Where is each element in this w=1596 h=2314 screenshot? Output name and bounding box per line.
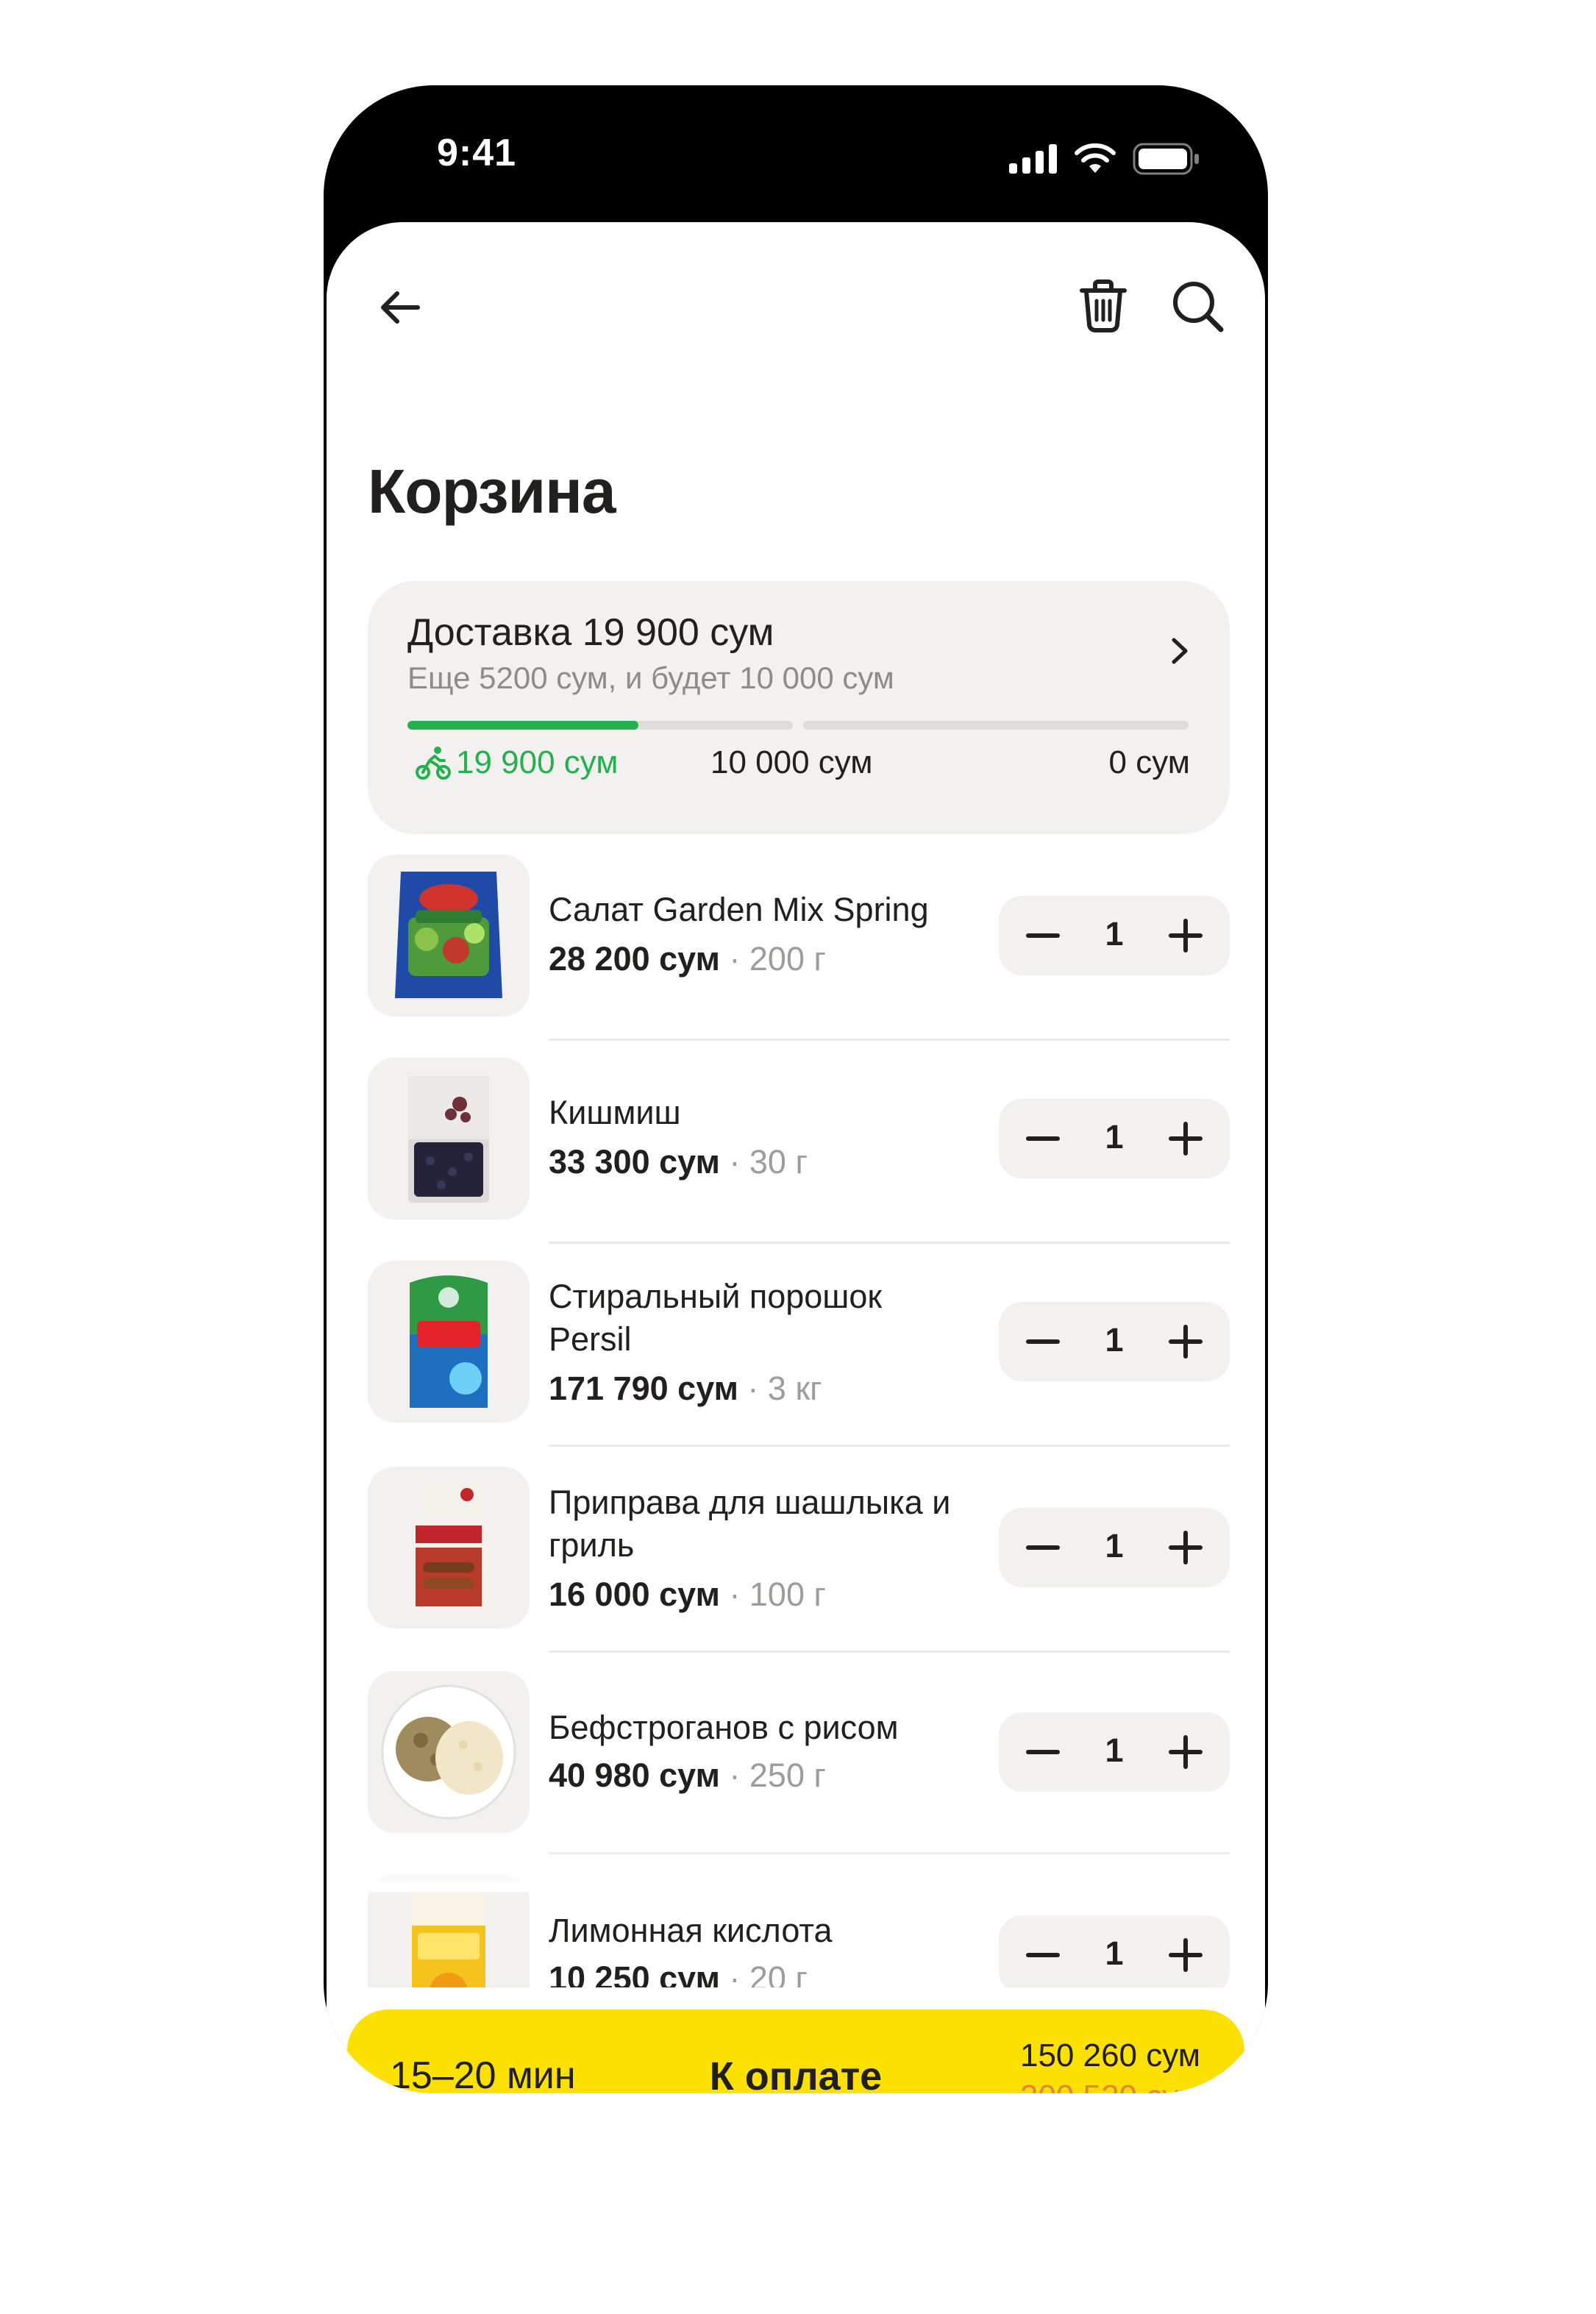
item-price: 16 000 сум · 100 г <box>549 1576 826 1613</box>
item-price: 171 790 сум · 3 кг <box>549 1370 822 1407</box>
status-time: 9:41 <box>437 132 517 174</box>
item-weight: 3 кг <box>767 1370 822 1407</box>
item-price: 28 200 сум · 200 г <box>549 940 826 978</box>
cart-item[interactable]: Салат Garden Mix Spring 28 200 сум · 200… <box>368 855 1230 1058</box>
spice-pack-image <box>368 1467 530 1628</box>
battery-icon <box>1133 143 1199 175</box>
item-divider <box>549 1039 1230 1041</box>
quantity-stepper[interactable]: 1 <box>999 1508 1230 1587</box>
progress-segment-1 <box>407 721 793 730</box>
phone-frame: 9:41 Корзина Доставка 19 900 сум Еще 520… <box>324 85 1268 2093</box>
item-weight: 30 г <box>749 1143 808 1181</box>
plus-icon[interactable] <box>1168 1324 1203 1359</box>
progress-fill <box>407 721 639 730</box>
salad-pack-image <box>368 855 530 1017</box>
item-price-value: 40 980 сум <box>549 1756 720 1794</box>
checkout-button[interactable]: 15–20 мин К оплате 150 260 сум 300 520 с… <box>347 2009 1244 2093</box>
item-price-value: 28 200 сум <box>549 940 720 978</box>
plus-icon[interactable] <box>1168 1734 1203 1770</box>
quantity-stepper[interactable]: 1 <box>999 896 1230 975</box>
item-weight: 100 г <box>749 1576 826 1613</box>
quantity-stepper[interactable]: 1 <box>999 1099 1230 1178</box>
status-bar: 9:41 <box>324 85 1268 225</box>
checkout-price: 150 260 сум <box>1019 2037 1200 2073</box>
item-name: Стиральный порошок Persil <box>549 1278 883 1358</box>
trash-icon <box>1080 280 1127 332</box>
arrow-left-icon <box>381 291 420 324</box>
status-icons <box>1009 143 1200 175</box>
cellular-signal-icon <box>1009 144 1057 174</box>
item-name: Бефстроганов с рисом <box>549 1709 899 1746</box>
courier-bike-icon <box>416 747 451 780</box>
raisins-pack-image <box>368 1058 530 1220</box>
delivery-level-mid: 10 000 сум <box>710 744 873 780</box>
item-price-value: 16 000 сум <box>549 1576 720 1613</box>
quantity-stepper[interactable]: 1 <box>999 1712 1230 1792</box>
plus-icon[interactable] <box>1168 918 1203 953</box>
item-divider <box>549 1242 1230 1244</box>
item-weight: 200 г <box>749 940 826 978</box>
search-button[interactable] <box>1166 275 1228 337</box>
cart-item[interactable]: Бефстроганов с рисом 40 980 сум · 250 г … <box>368 1671 1230 1876</box>
progress-segment-2 <box>803 721 1189 730</box>
checkout-old-price: 300 520 сум <box>1020 2079 1200 2093</box>
checkout-bar: 15–20 мин К оплате 150 260 сум 300 520 с… <box>327 1987 1265 2093</box>
item-weight: 250 г <box>749 1756 826 1794</box>
delivery-progress-card[interactable]: Доставка 19 900 сум Еще 5200 сум, и буде… <box>368 581 1230 834</box>
item-name: Лимонная кислота <box>549 1912 833 1949</box>
quantity-stepper[interactable]: 1 <box>999 1302 1230 1381</box>
delivery-level-free: 0 сум <box>1108 744 1190 780</box>
page-title: Корзина <box>368 457 616 526</box>
plus-icon[interactable] <box>1168 1937 1203 1973</box>
item-name: Салат Garden Mix Spring <box>549 891 929 928</box>
search-icon <box>1173 282 1224 332</box>
item-price-value: 33 300 сум <box>549 1143 720 1181</box>
delivery-level-current: 19 900 сум <box>415 744 619 781</box>
delivery-subtitle: Еще 5200 сум, и будет 10 000 сум <box>407 661 894 695</box>
item-price-value: 171 790 сум <box>549 1370 738 1407</box>
plus-icon[interactable] <box>1168 1530 1203 1565</box>
item-price: 33 300 сум · 30 г <box>549 1143 808 1181</box>
delivery-level-current-label: 19 900 сум <box>456 744 619 780</box>
item-name: Кишмиш <box>549 1094 681 1131</box>
item-divider <box>549 1651 1230 1653</box>
plus-icon[interactable] <box>1168 1121 1203 1156</box>
wifi-icon <box>1075 143 1116 173</box>
cart-item[interactable]: Кишмиш 33 300 сум · 30 г 1 <box>368 1058 1230 1261</box>
detergent-pack-image <box>368 1261 530 1423</box>
delivery-title: Доставка 19 900 сум <box>407 611 774 654</box>
clear-cart-button[interactable] <box>1074 275 1133 337</box>
cart-screen: Корзина Доставка 19 900 сум Еще 5200 сум… <box>327 222 1265 2093</box>
list-fade <box>327 1848 1265 1892</box>
item-name: Приправа для шашлыка и гриль <box>549 1484 951 1564</box>
chevron-right-icon <box>1172 638 1188 664</box>
item-divider <box>549 1445 1230 1447</box>
back-button[interactable] <box>371 278 430 337</box>
cart-item[interactable]: Стиральный порошок Persil 171 790 сум · … <box>368 1261 1230 1465</box>
cart-item[interactable]: Приправа для шашлыка и гриль 16 000 сум … <box>368 1467 1230 1671</box>
dish-plate-image <box>368 1671 530 1833</box>
quantity-stepper[interactable]: 1 <box>999 1915 1230 1995</box>
item-price: 40 980 сум · 250 г <box>549 1756 826 1794</box>
